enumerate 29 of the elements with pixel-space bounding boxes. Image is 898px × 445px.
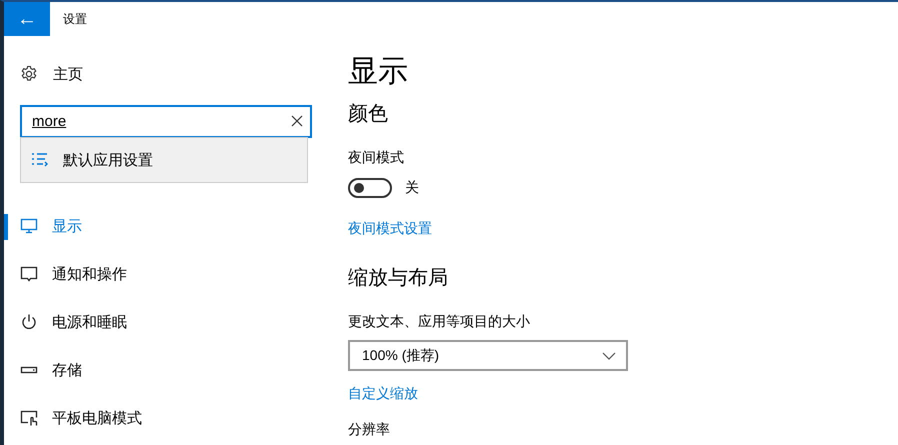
power-icon [20, 313, 38, 331]
back-button[interactable]: ← [4, 2, 50, 36]
search-field[interactable]: more [20, 105, 312, 138]
setting-label: 分辨率 [348, 421, 391, 438]
tablet-icon [20, 409, 38, 427]
settings-link[interactable]: 自定义缩放 [348, 385, 418, 403]
settings-link[interactable]: 夜间模式设置 [348, 220, 432, 238]
page-title: 显示 [348, 54, 409, 90]
setting-label: 更改文本、应用等项目的大小 [348, 313, 531, 331]
setting-label: 夜间模式 [348, 149, 405, 167]
toggle-switch[interactable] [348, 178, 392, 198]
nav-item[interactable]: 平板电脑模式 [4, 394, 326, 442]
monitor-icon [20, 217, 38, 235]
settings-icon[interactable] [20, 65, 38, 83]
nav-item[interactable]: 电源和睡眠 [4, 298, 326, 346]
toggle-state: 关 [405, 179, 419, 197]
list-icon [31, 151, 49, 169]
suggestion-item[interactable]: 默认应用设置 [21, 138, 307, 182]
section-heading: 缩放与布局 [348, 266, 449, 291]
close-icon[interactable] [291, 115, 303, 127]
window-title: 设置 [63, 10, 87, 28]
section-heading: 颜色 [348, 102, 389, 127]
scale-dropdown[interactable]: 100% (推荐) [348, 340, 628, 371]
home-link[interactable]: 主页 [53, 64, 83, 84]
nav-item[interactable]: 显示 [4, 202, 326, 250]
message-icon [20, 265, 38, 283]
nav-item[interactable]: 存储 [4, 346, 326, 394]
chevron-icon [602, 352, 616, 360]
nav-item[interactable]: 通知和操作 [4, 250, 326, 298]
